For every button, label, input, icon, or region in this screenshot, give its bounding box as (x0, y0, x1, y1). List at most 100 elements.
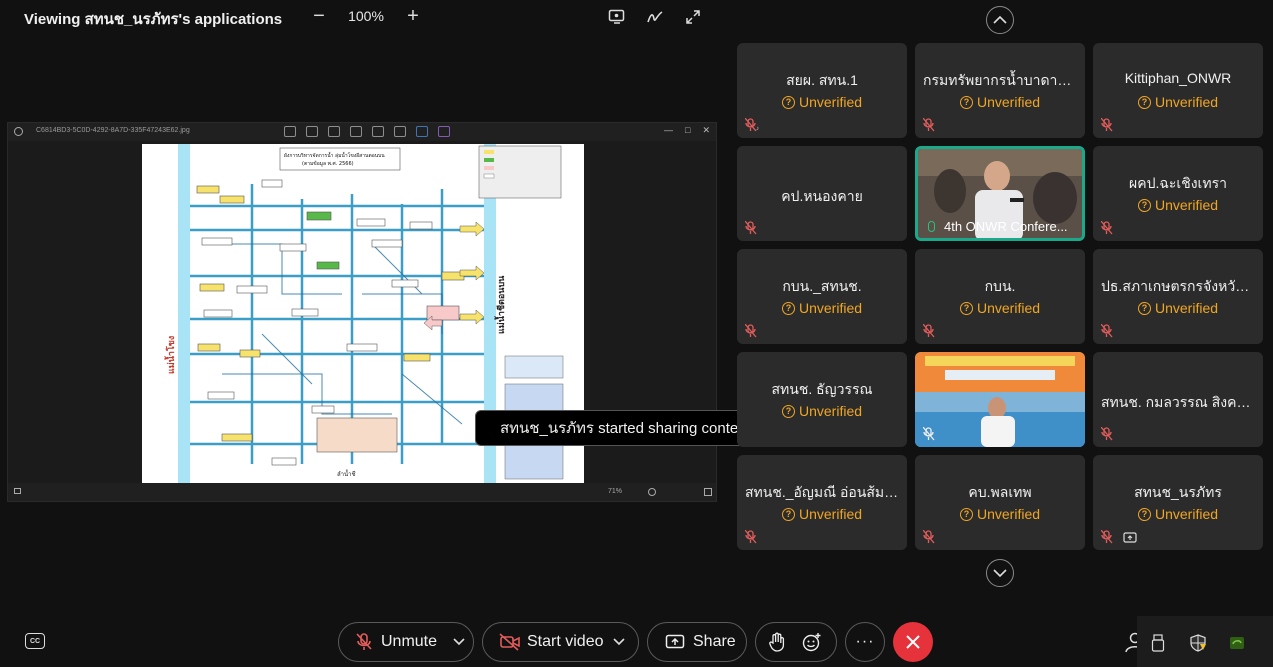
fullscreen-icon[interactable] (682, 6, 704, 28)
viewing-title: Viewing สทนช_นรภัทร's applications (24, 11, 283, 28)
muted-mic-icon (1101, 324, 1113, 338)
verification-status: ? Unverified (737, 403, 907, 419)
participant-tile[interactable]: กบน. ? Unverified (915, 249, 1085, 344)
participant-name: สทนช_นรภัทร (1134, 484, 1222, 500)
viewer-tool-icon (306, 126, 318, 137)
status-text: Unverified (1154, 94, 1219, 110)
participant-name: คบ.พลเทพ (968, 484, 1032, 500)
participant-tile[interactable]: สทนช. ธัญวรรณ ? Unverified (737, 352, 907, 447)
chevron-down-icon[interactable] (613, 638, 626, 646)
chevron-down-icon (993, 569, 1007, 578)
status-text: Unverified (798, 403, 863, 419)
participant-tile-video-active[interactable]: 4th ONWR Confere... (915, 146, 1085, 241)
status-text: Unverified (798, 300, 863, 316)
more-options-button[interactable]: ··· (845, 622, 885, 662)
participant-tile[interactable]: สทนช._อัญมณี อ่อนส้มก... ? Unverified (737, 455, 907, 550)
participant-name: ผคป.ฉะเชิงเทรา (1129, 175, 1227, 191)
viewer-tool-icon (416, 126, 428, 137)
viewer-tools (284, 126, 450, 137)
question-icon: ? (1137, 507, 1151, 521)
share-screen-icon (665, 634, 685, 649)
viewer-fit-icon (648, 488, 656, 496)
muted-mic-icon (1101, 221, 1113, 235)
muted-mic-icon (1101, 530, 1113, 544)
participant-tile[interactable]: ปธ.สภาเกษตรกรจังหวัด... ? Unverified (1093, 249, 1263, 344)
unmute-button[interactable]: Unmute (338, 622, 474, 662)
participant-tile-video[interactable] (915, 352, 1085, 447)
muted-mic-icon (745, 221, 757, 235)
participant-name: สยผ. สทน.1 (786, 72, 858, 88)
verification-status: ? Unverified (1093, 300, 1263, 316)
shared-window-buttons: — □ ✕ (664, 125, 710, 136)
shared-window-statusbar: 71% (8, 483, 716, 501)
muted-mic-icon (356, 633, 372, 650)
chevron-down-icon[interactable] (453, 638, 465, 646)
page-icon (14, 488, 21, 494)
participant-name: คป.หนองคาย (781, 188, 863, 204)
maximize-icon: □ (685, 125, 691, 135)
participant-grid: สยผ. สทน.1 ? Unverified ♪ กรมทรัพยากรน้ำบ… (737, 43, 1265, 551)
scroll-up-button[interactable] (986, 6, 1014, 34)
nvidia-icon[interactable] (1229, 635, 1245, 651)
zoom-controls: − 100% + (308, 4, 424, 28)
participant-tile[interactable]: คป.หนองคาย (737, 146, 907, 241)
start-video-label: Start video (527, 633, 604, 650)
muted-mic-icon (1101, 118, 1113, 132)
viewer-tool-icon (284, 126, 296, 137)
muted-mic-icon: ♪ (745, 118, 759, 132)
participant-tile[interactable]: คบ.พลเทพ ? Unverified (915, 455, 1085, 550)
verification-status: ? Unverified (915, 506, 1085, 522)
raise-hand-icon[interactable] (768, 632, 786, 652)
muted-mic-icon (1101, 427, 1113, 441)
meeting-controls: CC Unmute Start video Share ··· (0, 616, 1273, 667)
status-text: Unverified (976, 506, 1041, 522)
shared-filename: C6814BD3-5C0D-4292-8A7D-335F47243E62.jpg (36, 127, 190, 134)
share-label: Share (693, 633, 736, 650)
closed-captions-button[interactable]: CC (25, 633, 45, 649)
emoji-reaction-icon[interactable] (802, 632, 822, 652)
participant-name: ปธ.สภาเกษตรกรจังหวัด... (1101, 278, 1256, 294)
participant-name: สทนช. ธัญวรรณ (771, 381, 873, 397)
shared-window-titlebar: C6814BD3-5C0D-4292-8A7D-335F47243E62.jpg… (8, 123, 716, 141)
question-icon: ? (781, 404, 795, 418)
participant-name: สทนช._อัญมณี อ่อนส้มก... (745, 484, 905, 500)
participant-tile[interactable]: สทนช. กมลวรรณ สิงคะเ... (1093, 352, 1263, 447)
share-button[interactable]: Share (647, 622, 747, 662)
pen-icon[interactable] (644, 6, 666, 28)
viewer-tool-icon (350, 126, 362, 137)
close-icon (906, 635, 920, 649)
question-icon: ? (959, 95, 973, 109)
verification-status: ? Unverified (1093, 197, 1263, 213)
start-video-button[interactable]: Start video (482, 622, 639, 662)
annotation-icon[interactable] (606, 6, 628, 28)
participant-name: 4th ONWR Confere... (944, 219, 1068, 234)
status-text: Unverified (798, 94, 863, 110)
reactions-group (755, 622, 837, 662)
participant-tile[interactable]: กรมทรัพยากรน้ำบาดาล ... ? Unverified (915, 43, 1085, 138)
viewer-fullscreen-icon (704, 488, 712, 496)
participant-tile[interactable]: กบน._สทนช. ? Unverified (737, 249, 907, 344)
video-off-icon (499, 633, 520, 651)
participant-tile[interactable]: สทนช_นรภัทร ? Unverified (1093, 455, 1263, 550)
scroll-down-button[interactable] (986, 559, 1014, 587)
verification-status: ? Unverified (1093, 94, 1263, 110)
zoom-out-button[interactable]: − (308, 4, 330, 28)
participant-tile[interactable]: ผคป.ฉะเชิงเทรา ? Unverified (1093, 146, 1263, 241)
svg-text:♪: ♪ (756, 126, 759, 132)
status-text: Unverified (1154, 197, 1219, 213)
participant-name: Kittiphan_ONWR (1124, 70, 1232, 86)
viewer-zoom-text: 71% (608, 488, 623, 495)
question-icon: ? (959, 507, 973, 521)
question-icon: ? (781, 507, 795, 521)
participant-tile[interactable]: สยผ. สทน.1 ? Unverified ♪ (737, 43, 907, 138)
close-icon: ✕ (702, 125, 710, 135)
leave-meeting-button[interactable] (893, 622, 933, 662)
participant-tile[interactable]: Kittiphan_ONWR ? Unverified (1093, 43, 1263, 138)
status-text: Unverified (976, 94, 1041, 110)
top-bar: Viewing สทนช_นรภัทร's applications − 100… (0, 0, 730, 34)
usb-drive-icon[interactable] (1151, 634, 1165, 652)
participant-name: กบน._สทนช. (782, 278, 862, 294)
muted-mic-icon (745, 324, 757, 338)
security-warning-icon[interactable] (1189, 634, 1207, 652)
zoom-in-button[interactable]: + (402, 4, 424, 28)
